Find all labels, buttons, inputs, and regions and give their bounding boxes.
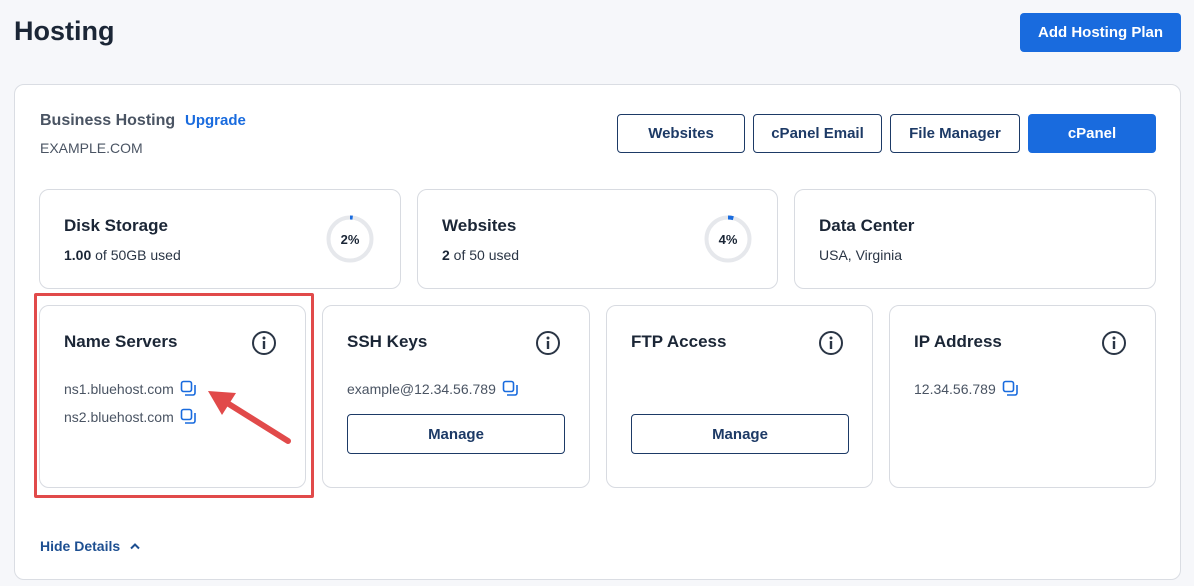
cpanel-button[interactable]: cPanel xyxy=(1028,114,1156,153)
copy-icon[interactable] xyxy=(502,380,519,397)
upgrade-link[interactable]: Upgrade xyxy=(185,112,246,129)
websites-usage: 2 of 50 used xyxy=(442,247,519,263)
disk-storage-usage: 1.00 of 50GB used xyxy=(64,247,181,263)
websites-button[interactable]: Websites xyxy=(617,114,745,153)
websites-usage-percent: 4% xyxy=(718,231,738,247)
page-title: Hosting xyxy=(14,16,115,46)
plan-domain: EXAMPLE.COM xyxy=(40,140,143,156)
annotation-arrow-icon xyxy=(208,391,291,444)
ip-row: 12.34.56.789 xyxy=(914,380,1019,397)
data-center-card: Data Center USA, Virginia xyxy=(794,189,1156,289)
add-hosting-plan-button[interactable]: Add Hosting Plan xyxy=(1020,13,1181,52)
chevron-up-icon xyxy=(130,543,140,550)
disk-storage-title: Disk Storage xyxy=(64,216,168,235)
disk-used-rest: of 50GB used xyxy=(91,247,181,263)
info-icon[interactable] xyxy=(535,330,561,356)
data-center-location: USA, Virginia xyxy=(819,247,903,263)
websites-title: Websites xyxy=(442,216,517,235)
ftp-access-title: FTP Access xyxy=(631,332,727,351)
ssh-manage-button[interactable]: Manage xyxy=(347,414,565,454)
plan-name: Business Hosting xyxy=(40,112,176,129)
ssh-key-value: example@12.34.56.789 xyxy=(347,380,496,397)
info-icon[interactable] xyxy=(1101,330,1127,356)
websites-used-rest: of 50 used xyxy=(449,247,520,263)
ssh-keys-title: SSH Keys xyxy=(347,332,428,351)
ip-address-card: IP Address 12.34.56.789 xyxy=(889,305,1156,488)
hide-details-label: Hide Details xyxy=(40,538,121,554)
ip-address-title: IP Address xyxy=(914,332,1002,351)
cpanel-email-button[interactable]: cPanel Email xyxy=(753,114,882,153)
disk-usage-ring: 2% xyxy=(326,215,374,263)
ftp-access-card: FTP Access Manage xyxy=(606,305,873,488)
websites-usage-ring: 4% xyxy=(704,215,752,263)
disk-used-value: 1.00 xyxy=(64,247,92,263)
copy-icon[interactable] xyxy=(1002,380,1019,397)
websites-used-value: 2 xyxy=(442,247,450,263)
disk-usage-percent: 2% xyxy=(340,231,360,247)
ftp-manage-button[interactable]: Manage xyxy=(631,414,849,454)
data-center-title: Data Center xyxy=(819,216,915,235)
ssh-key-row: example@12.34.56.789 xyxy=(347,380,519,397)
disk-storage-card: Disk Storage 1.00 of 50GB used 2% xyxy=(39,189,401,289)
ssh-keys-card: SSH Keys example@12.34.56.789 Manage xyxy=(322,305,590,488)
ip-value: 12.34.56.789 xyxy=(914,380,996,397)
websites-card: Websites 2 of 50 used 4% xyxy=(417,189,778,289)
info-icon[interactable] xyxy=(818,330,844,356)
file-manager-button[interactable]: File Manager xyxy=(890,114,1020,153)
hide-details-toggle[interactable]: Hide Details xyxy=(40,538,141,554)
